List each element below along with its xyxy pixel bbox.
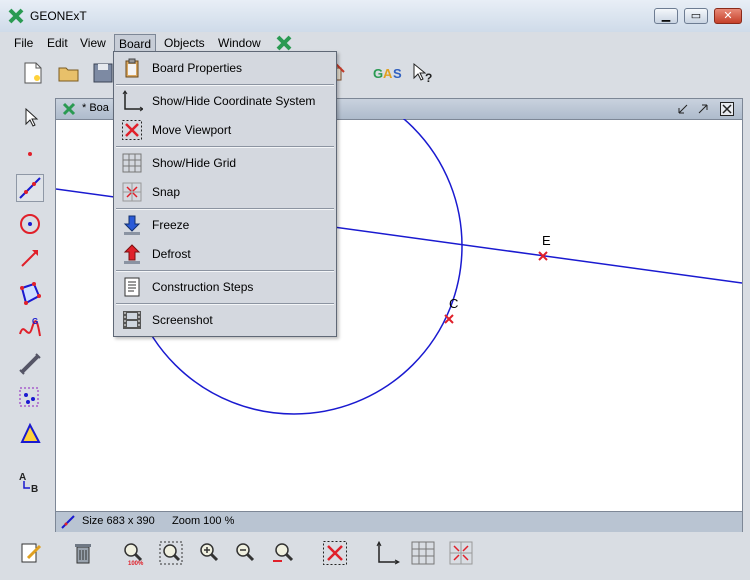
menu-item-show-hide-grid[interactable]: Show/Hide Grid bbox=[118, 150, 332, 176]
menu-objects[interactable]: Objects bbox=[160, 34, 209, 52]
zoom-fit-icon[interactable] bbox=[158, 540, 184, 566]
svg-text:B: B bbox=[31, 484, 38, 495]
menu-item-freeze[interactable]: Freeze bbox=[118, 212, 332, 238]
board-restore-icon[interactable] bbox=[696, 102, 712, 116]
move-viewport-icon bbox=[122, 120, 142, 140]
trash-icon[interactable] bbox=[70, 540, 96, 566]
zoom-region-icon[interactable] bbox=[270, 540, 296, 566]
board-title: * Boa bbox=[82, 102, 109, 114]
menu-item-label: Show/Hide Coordinate System bbox=[152, 94, 316, 108]
defrost-arrow-icon bbox=[123, 244, 141, 264]
menu-item-construction-steps[interactable]: Construction Steps bbox=[118, 274, 332, 300]
menu-item-screenshot[interactable]: Screenshot bbox=[118, 307, 332, 333]
close-button[interactable]: ✕ bbox=[714, 8, 742, 24]
zoom-100-icon[interactable]: 100% bbox=[120, 540, 146, 566]
freeze-arrow-icon bbox=[123, 215, 141, 235]
menu-edit[interactable]: Edit bbox=[43, 34, 72, 52]
menu-separator bbox=[116, 84, 334, 86]
menu-view[interactable]: View bbox=[76, 34, 110, 52]
svg-text:100%: 100% bbox=[128, 561, 144, 566]
menu-separator bbox=[116, 303, 334, 305]
svg-text:G: G bbox=[32, 317, 38, 326]
vector-tool-icon[interactable] bbox=[16, 244, 44, 272]
triangle-tool-icon[interactable] bbox=[16, 420, 44, 448]
group-tool-icon[interactable] bbox=[16, 384, 44, 412]
grid-toolbar-icon[interactable] bbox=[410, 540, 436, 566]
title-bar: GEONExT ▁ ▭ ✕ bbox=[0, 0, 750, 33]
geonext-logo-icon bbox=[8, 8, 24, 24]
grid-icon bbox=[122, 153, 142, 173]
app-title: GEONExT bbox=[30, 9, 87, 23]
zoom-out-icon[interactable] bbox=[232, 540, 258, 566]
menu-item-show-hide-coordinate-system[interactable]: Show/Hide Coordinate System bbox=[118, 88, 332, 114]
select-pointer-icon[interactable] bbox=[16, 104, 44, 132]
snap-icon bbox=[122, 182, 142, 202]
clipboard-icon bbox=[125, 58, 139, 78]
menu-item-label: Defrost bbox=[152, 247, 191, 261]
svg-text:A: A bbox=[383, 66, 393, 81]
maximize-button[interactable]: ▭ bbox=[684, 8, 708, 24]
steps-icon bbox=[124, 277, 140, 297]
menu-file[interactable]: File bbox=[10, 34, 37, 52]
status-line-icon bbox=[61, 515, 75, 529]
line-tool-icon[interactable] bbox=[16, 174, 44, 202]
menu-item-label: Board Properties bbox=[152, 61, 243, 75]
menu-item-label: Construction Steps bbox=[152, 280, 254, 294]
board-iconify-icon[interactable] bbox=[676, 102, 692, 116]
status-size: Size 683 x 390 bbox=[82, 515, 155, 527]
axes-icon bbox=[122, 90, 143, 112]
menu-item-snap[interactable]: Snap bbox=[118, 179, 332, 205]
menu-item-label: Snap bbox=[152, 185, 181, 199]
board-logo-icon bbox=[62, 102, 76, 116]
filmstrip-icon bbox=[123, 311, 141, 329]
board-menu-dropdown: Board Properties Show/Hide Coordinate Sy… bbox=[113, 51, 337, 337]
text-tool-icon[interactable]: A B bbox=[16, 468, 44, 496]
menu-item-defrost[interactable]: Defrost bbox=[118, 241, 332, 267]
menu-separator bbox=[116, 270, 334, 272]
coordinate-system-toolbar-icon[interactable] bbox=[374, 540, 400, 566]
menu-item-move-viewport[interactable]: Move Viewport bbox=[118, 117, 332, 143]
edit-properties-icon[interactable] bbox=[18, 540, 44, 566]
gas-icon[interactable]: G A S bbox=[372, 63, 404, 83]
point-c-label: C bbox=[449, 296, 458, 311]
menu-item-label: Show/Hide Grid bbox=[152, 156, 237, 170]
minimize-button[interactable]: ▁ bbox=[654, 8, 678, 24]
curve-tool-icon[interactable]: G bbox=[16, 314, 44, 342]
menu-separator bbox=[116, 208, 334, 210]
svg-text:G: G bbox=[373, 66, 383, 81]
svg-text:?: ? bbox=[425, 71, 432, 85]
measure-tool-icon[interactable] bbox=[16, 350, 44, 378]
open-folder-icon[interactable] bbox=[56, 60, 82, 86]
menu-item-label: Screenshot bbox=[152, 313, 213, 327]
menu-item-board-properties[interactable]: Board Properties bbox=[118, 55, 332, 81]
menu-window[interactable]: Window bbox=[214, 34, 265, 52]
svg-text:S: S bbox=[393, 66, 402, 81]
zoom-in-icon[interactable] bbox=[196, 540, 222, 566]
menu-separator bbox=[116, 146, 334, 148]
circle-tool-icon[interactable] bbox=[16, 210, 44, 238]
status-zoom: Zoom 100 % bbox=[172, 515, 235, 527]
geonext-menu-icon[interactable] bbox=[276, 35, 292, 51]
menu-item-label: Move Viewport bbox=[152, 123, 232, 137]
help-pointer-icon[interactable]: ? bbox=[410, 60, 436, 86]
polygon-tool-icon[interactable] bbox=[16, 280, 44, 308]
point-c[interactable] bbox=[444, 314, 454, 324]
board-close-icon[interactable] bbox=[720, 102, 734, 116]
svg-text:A: A bbox=[19, 472, 26, 483]
move-viewport-toolbar-icon[interactable] bbox=[322, 540, 348, 566]
menu-item-label: Freeze bbox=[152, 218, 190, 232]
point-e-label: E bbox=[542, 233, 551, 248]
new-file-icon[interactable] bbox=[20, 60, 46, 86]
snap-toolbar-icon[interactable] bbox=[448, 540, 474, 566]
point-tool-icon[interactable] bbox=[16, 140, 44, 168]
status-bar: Size 683 x 390 Zoom 100 % bbox=[56, 511, 742, 532]
